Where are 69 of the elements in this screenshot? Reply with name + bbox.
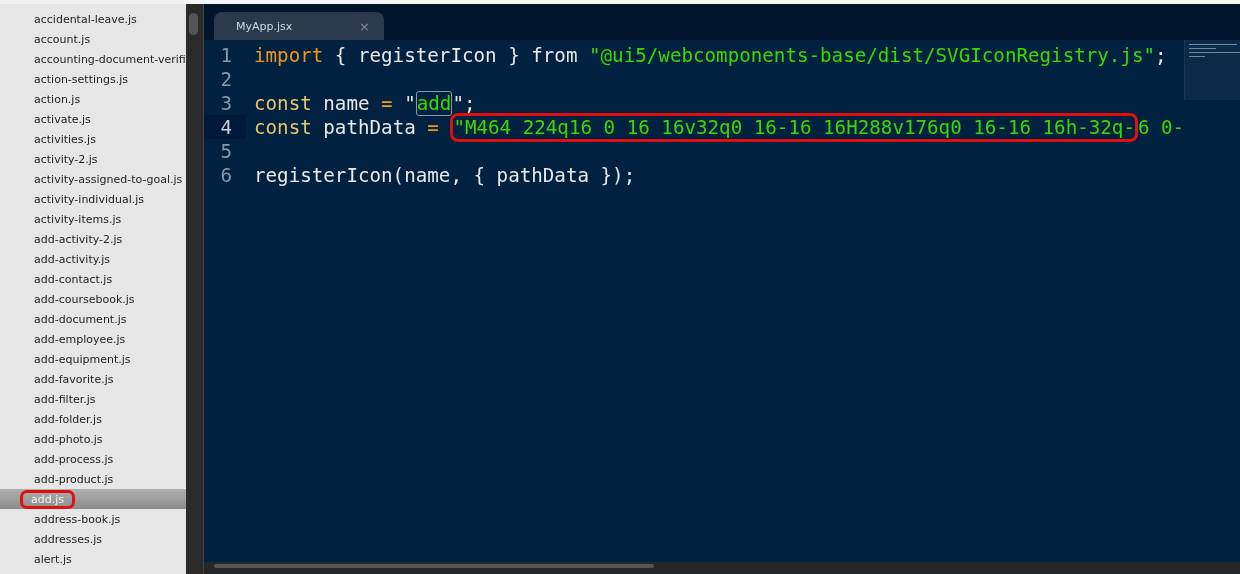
highlighted-file-name: add.js xyxy=(20,489,75,509)
file-item[interactable]: add-product.js xyxy=(0,469,186,489)
file-item[interactable]: add-document.js xyxy=(0,309,186,329)
file-item[interactable]: add-favorite.js xyxy=(0,369,186,389)
code-editor[interactable] xyxy=(204,40,1240,562)
file-name: add-contact.js xyxy=(33,272,114,286)
code-line: registerIcon(name, { pathData }); xyxy=(254,163,636,187)
file-item[interactable]: action-settings.js xyxy=(0,69,186,89)
file-item[interactable]: activity-assigned-to-goal.js xyxy=(0,169,186,189)
file-name: addresses.js xyxy=(33,532,103,546)
file-item[interactable]: accounting-document-verifi xyxy=(0,49,186,69)
file-item[interactable]: add-activity-2.js xyxy=(0,229,186,249)
file-name: add-favorite.js xyxy=(33,372,115,386)
file-name: add-equipment.js xyxy=(33,352,132,366)
file-item[interactable]: action.js xyxy=(0,89,186,109)
horizontal-scrollbar[interactable] xyxy=(204,562,1240,574)
line-number: 1 xyxy=(219,43,232,67)
file-item[interactable]: add-activity.js xyxy=(0,249,186,269)
file-name: action.js xyxy=(33,92,82,106)
file-name: activities.js xyxy=(33,132,97,146)
file-item[interactable]: add-folder.js xyxy=(0,409,186,429)
file-item[interactable]: activate.js xyxy=(0,109,186,129)
code-line: const name = "add"; xyxy=(254,90,476,116)
file-name: action-settings.js xyxy=(33,72,129,86)
line-number: 3 xyxy=(219,91,232,115)
file-item[interactable]: accidental-leave.js xyxy=(0,9,186,29)
file-name: alert.js xyxy=(33,552,73,566)
file-name: add-activity.js xyxy=(33,252,111,266)
file-item[interactable]: address-book.js xyxy=(0,509,186,529)
file-name: add-filter.js xyxy=(33,392,97,406)
file-name: activity-items.js xyxy=(33,212,123,226)
file-item[interactable]: activities.js xyxy=(0,129,186,149)
file-name: add-photo.js xyxy=(33,432,104,446)
file-name: address-book.js xyxy=(33,512,122,526)
file-name: add-product.js xyxy=(33,472,115,486)
file-item[interactable]: add-equipment.js xyxy=(0,349,186,369)
file-item[interactable]: add-photo.js xyxy=(0,429,186,449)
file-item[interactable]: activity-items.js xyxy=(0,209,186,229)
file-name: accidental-leave.js xyxy=(33,12,138,26)
line-number: 2 xyxy=(219,67,232,91)
file-item[interactable]: add-process.js xyxy=(0,449,186,469)
file-name: activity-individual.js xyxy=(33,192,145,206)
file-item[interactable]: add-coursebook.js xyxy=(0,289,186,309)
file-name: add-coursebook.js xyxy=(33,292,136,306)
line-number: 6 xyxy=(219,163,232,187)
file-name: add-activity-2.js xyxy=(33,232,124,246)
file-item[interactable]: activity-individual.js xyxy=(0,189,186,209)
file-item[interactable]: addresses.js xyxy=(0,529,186,549)
line-number: 4 xyxy=(219,115,232,139)
file-item[interactable]: add-filter.js xyxy=(0,389,186,409)
file-item[interactable]: account.js xyxy=(0,29,186,49)
code-line: import { registerIcon } from "@ui5/webcomponents-base/dist/SVGIconRegistry.js"; xyxy=(254,43,1167,67)
file-item[interactable]: add-contact.js xyxy=(0,269,186,289)
file-name: activate.js xyxy=(33,112,92,126)
file-item[interactable]: add-employee.js xyxy=(0,329,186,349)
minimap-drawing[interactable] xyxy=(1184,40,1240,100)
file-name: accounting-document-verifi xyxy=(33,52,186,66)
editor-tab[interactable]: MyApp.jsx × xyxy=(214,12,384,40)
file-name: add-employee.js xyxy=(33,332,127,346)
file-name: add-process.js xyxy=(33,452,115,466)
file-name: add-document.js xyxy=(33,312,128,326)
file-item[interactable]: activity-2.js xyxy=(0,149,186,169)
file-name: add-folder.js xyxy=(33,412,103,426)
scrollbar[interactable] xyxy=(186,4,203,574)
file-item[interactable]: alert.js xyxy=(0,549,186,569)
file-name: account.js xyxy=(33,32,92,46)
file-name: activity-assigned-to-goal.js xyxy=(33,172,184,186)
line-number: 5 xyxy=(219,139,232,163)
file-name: activity-2.js xyxy=(33,152,99,166)
